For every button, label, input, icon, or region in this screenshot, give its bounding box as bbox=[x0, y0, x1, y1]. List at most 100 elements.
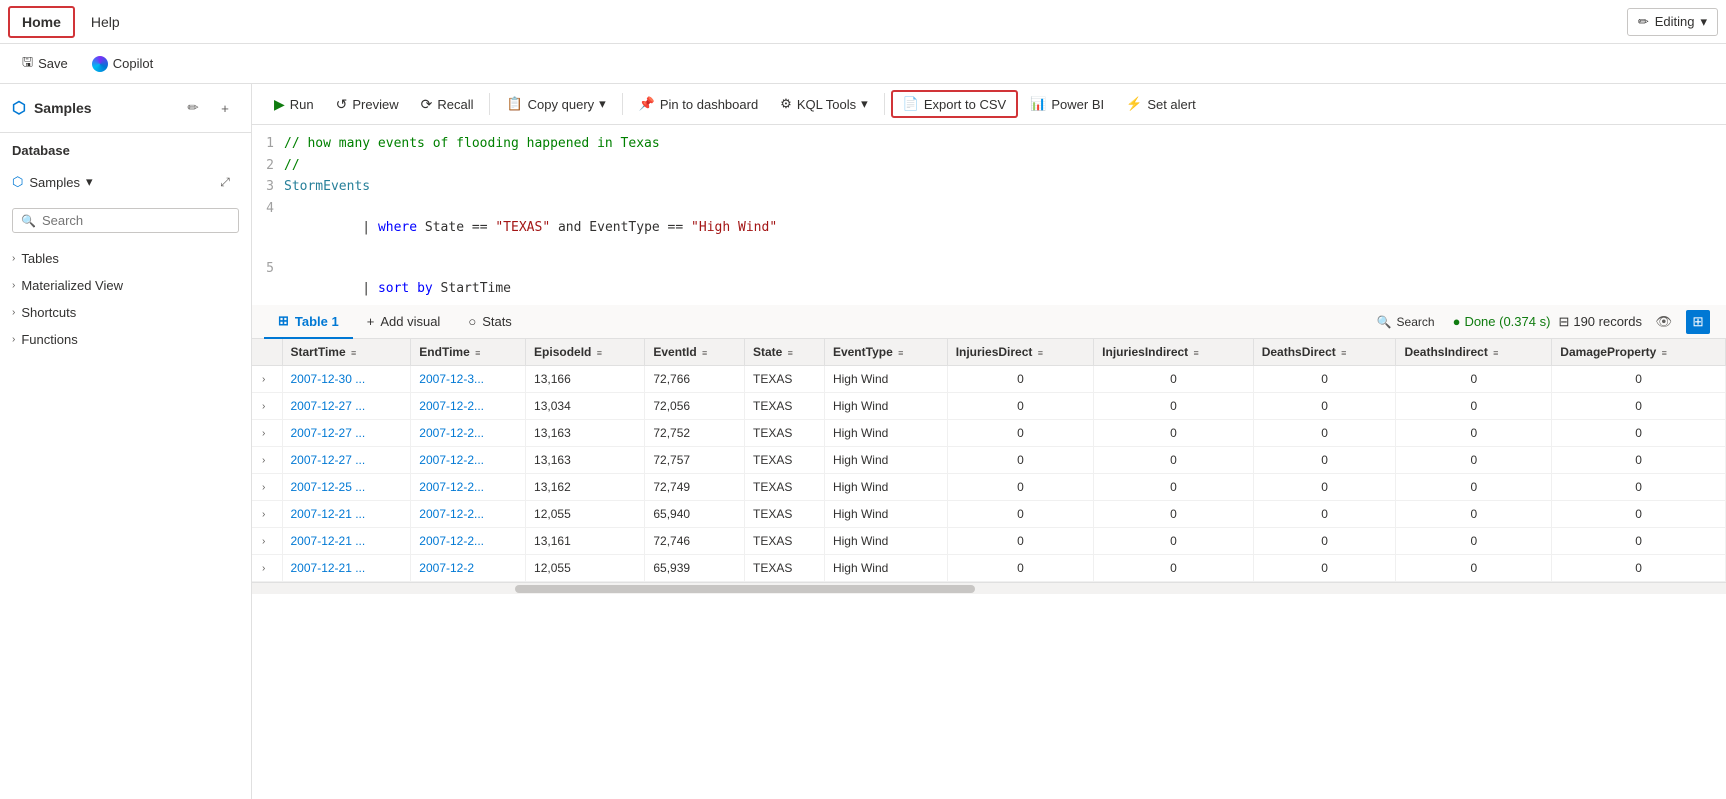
copy-query-button[interactable]: 📋 Copy query ▾ bbox=[496, 91, 615, 117]
col-deaths-direct[interactable]: DeathsDirect ≡ bbox=[1253, 339, 1396, 366]
stats-icon: ○ bbox=[468, 314, 476, 329]
tab-table1[interactable]: ⊞ Table 1 bbox=[264, 305, 353, 339]
toggle-columns-button[interactable]: 👁 bbox=[1650, 308, 1678, 336]
scroll-indicator[interactable] bbox=[252, 582, 1726, 594]
cell-damage-property: 0 bbox=[1552, 420, 1726, 447]
row-expand-button[interactable]: › bbox=[260, 399, 267, 414]
row-expand-button[interactable]: › bbox=[260, 534, 267, 549]
table-row: ›2007-12-21 ...2007-12-2...12,05565,940T… bbox=[252, 501, 1726, 528]
col-start-time[interactable]: StartTime ≡ bbox=[282, 339, 411, 366]
editing-button[interactable]: ✏ Editing ▾ bbox=[1627, 8, 1718, 36]
sidebar-item-tables[interactable]: › Tables bbox=[0, 245, 251, 272]
sidebar-search-box[interactable]: 🔍 bbox=[12, 208, 239, 233]
cell-deaths-direct: 0 bbox=[1253, 447, 1396, 474]
main-toolbar: 🖫 Save Copilot bbox=[0, 44, 1726, 84]
add-tab-button[interactable]: + bbox=[211, 94, 239, 122]
export-to-csv-button[interactable]: 📄 Export to CSV bbox=[891, 90, 1019, 118]
col-end-time[interactable]: EndTime ≡ bbox=[411, 339, 526, 366]
cell-deaths-indirect: 0 bbox=[1396, 528, 1552, 555]
chevron-down-icon: ▾ bbox=[86, 174, 93, 190]
preview-button[interactable]: ↺ Preview bbox=[326, 91, 409, 118]
database-label: Database bbox=[0, 133, 251, 164]
powerbi-icon: 📊 bbox=[1030, 96, 1046, 112]
cell-state: TEXAS bbox=[744, 366, 824, 393]
cell-episode-id: 12,055 bbox=[526, 501, 645, 528]
cell-injuries-direct: 0 bbox=[947, 447, 1093, 474]
sidebar-search-input[interactable] bbox=[42, 213, 230, 228]
cell-damage-property: 0 bbox=[1552, 528, 1726, 555]
cell-event-id: 72,749 bbox=[645, 474, 745, 501]
power-bi-button[interactable]: 📊 Power BI bbox=[1020, 91, 1114, 117]
cell-damage-property: 0 bbox=[1552, 366, 1726, 393]
cell-event-id: 72,746 bbox=[645, 528, 745, 555]
col-deaths-indirect[interactable]: DeathsIndirect ≡ bbox=[1396, 339, 1552, 366]
search-icon: 🔍 bbox=[21, 214, 36, 228]
copilot-button[interactable]: Copilot bbox=[82, 51, 163, 77]
cell-end-time: 2007-12-3... bbox=[411, 366, 526, 393]
records-count: ⊟ 190 records bbox=[1558, 314, 1642, 330]
db-name: Samples bbox=[29, 175, 80, 190]
row-expand-button[interactable]: › bbox=[260, 480, 267, 495]
row-expand-button[interactable]: › bbox=[260, 561, 267, 576]
cell-episode-id: 13,166 bbox=[526, 366, 645, 393]
scroll-thumb[interactable] bbox=[515, 585, 975, 593]
tab-add-visual[interactable]: + Add visual bbox=[353, 306, 455, 339]
cell-event-type: High Wind bbox=[824, 366, 947, 393]
cell-state: TEXAS bbox=[744, 447, 824, 474]
nav-help[interactable]: Help bbox=[79, 8, 132, 36]
col-event-type[interactable]: EventType ≡ bbox=[824, 339, 947, 366]
sidebar-item-functions[interactable]: › Functions bbox=[0, 326, 251, 353]
cell-deaths-indirect: 0 bbox=[1396, 366, 1552, 393]
db-selector[interactable]: ⬡ Samples ▾ bbox=[12, 174, 92, 190]
sidebar-header: ⬡ Samples ✏ + bbox=[0, 84, 251, 133]
search-results-button[interactable]: 🔍 Search bbox=[1367, 310, 1445, 334]
sidebar-tree: › Tables › Materialized View › Shortcuts… bbox=[0, 241, 251, 357]
cell-episode-id: 13,162 bbox=[526, 474, 645, 501]
status-badge: ● Done (0.374 s) bbox=[1453, 314, 1551, 329]
col-expand bbox=[252, 339, 282, 366]
col-injuries-indirect[interactable]: InjuriesIndirect ≡ bbox=[1094, 339, 1254, 366]
row-expand-button[interactable]: › bbox=[260, 372, 267, 387]
set-alert-button[interactable]: ⚡ Set alert bbox=[1116, 91, 1206, 117]
cell-end-time: 2007-12-2... bbox=[411, 501, 526, 528]
row-expand-button[interactable]: › bbox=[260, 507, 267, 522]
run-button[interactable]: ▶ Run bbox=[264, 91, 324, 118]
kql-tools-button[interactable]: ⚙ KQL Tools ▾ bbox=[770, 91, 877, 117]
open-db-button[interactable]: ⤢ bbox=[211, 168, 239, 196]
recall-button[interactable]: ⟳ Recall bbox=[411, 91, 484, 118]
cell-damage-property: 0 bbox=[1552, 501, 1726, 528]
cell-start-time: 2007-12-27 ... bbox=[282, 393, 411, 420]
tables-label: Tables bbox=[21, 251, 59, 266]
row-expand-button[interactable]: › bbox=[260, 426, 267, 441]
expand-table-button[interactable]: ⊞ bbox=[1686, 310, 1710, 334]
cell-episode-id: 13,034 bbox=[526, 393, 645, 420]
row-expand-button[interactable]: › bbox=[260, 453, 267, 468]
save-button[interactable]: 🖫 Save bbox=[12, 48, 78, 80]
sidebar-item-materialized-view[interactable]: › Materialized View bbox=[0, 272, 251, 299]
cell-event-id: 65,939 bbox=[645, 555, 745, 582]
sidebar-item-shortcuts[interactable]: › Shortcuts bbox=[0, 299, 251, 326]
code-editor[interactable]: 1 // how many events of flooding happene… bbox=[252, 125, 1726, 305]
add-icon: + bbox=[367, 314, 375, 329]
col-damage-property[interactable]: DamageProperty ≡ bbox=[1552, 339, 1726, 366]
samples-label: Samples bbox=[34, 100, 92, 116]
pin-to-dashboard-button[interactable]: 📌 Pin to dashboard bbox=[629, 91, 768, 117]
tab-stats[interactable]: ○ Stats bbox=[454, 306, 525, 339]
cell-injuries-direct: 0 bbox=[947, 474, 1093, 501]
cell-event-type: High Wind bbox=[824, 393, 947, 420]
cell-state: TEXAS bbox=[744, 393, 824, 420]
edit-name-button[interactable]: ✏ bbox=[179, 94, 207, 122]
cell-deaths-indirect: 0 bbox=[1396, 447, 1552, 474]
nav-home[interactable]: Home bbox=[8, 6, 75, 38]
cell-event-id: 72,766 bbox=[645, 366, 745, 393]
edit-icon: ✏ bbox=[1638, 14, 1649, 30]
cell-state: TEXAS bbox=[744, 474, 824, 501]
col-state[interactable]: State ≡ bbox=[744, 339, 824, 366]
col-event-id[interactable]: EventId ≡ bbox=[645, 339, 745, 366]
col-episode-id[interactable]: EpisodeId ≡ bbox=[526, 339, 645, 366]
cell-damage-property: 0 bbox=[1552, 447, 1726, 474]
col-injuries-direct[interactable]: InjuriesDirect ≡ bbox=[947, 339, 1093, 366]
cell-damage-property: 0 bbox=[1552, 474, 1726, 501]
cell-expand: › bbox=[252, 474, 282, 501]
tab-right-controls: 🔍 Search ● Done (0.374 s) ⊟ 190 records … bbox=[1363, 308, 1714, 336]
